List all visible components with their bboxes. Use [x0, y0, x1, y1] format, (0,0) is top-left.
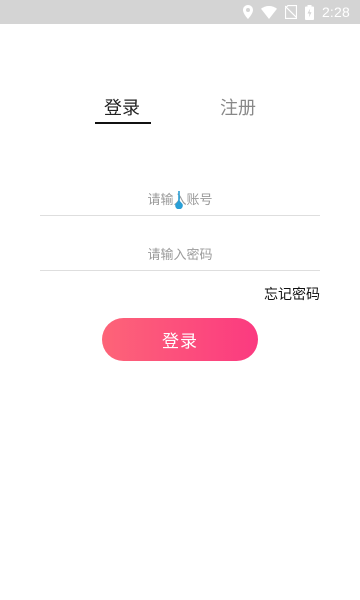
status-bar: 2:28 [0, 0, 360, 24]
no-sim-icon [284, 5, 297, 19]
login-button[interactable]: 登录 [102, 318, 258, 361]
text-cursor-handle[interactable] [175, 191, 183, 210]
active-tab-indicator [95, 122, 151, 124]
location-icon [242, 5, 253, 19]
login-register-tabs: 登录 注册 [0, 96, 360, 130]
battery-charging-icon [304, 4, 314, 20]
status-time: 2:28 [321, 4, 350, 20]
tab-login[interactable]: 登录 [104, 96, 140, 122]
forgot-password-link[interactable]: 忘记密码 [264, 284, 320, 304]
wifi-icon [260, 5, 277, 19]
password-input[interactable] [40, 240, 320, 271]
status-icons: 2:28 [242, 3, 350, 21]
tab-register[interactable]: 注册 [220, 96, 256, 122]
